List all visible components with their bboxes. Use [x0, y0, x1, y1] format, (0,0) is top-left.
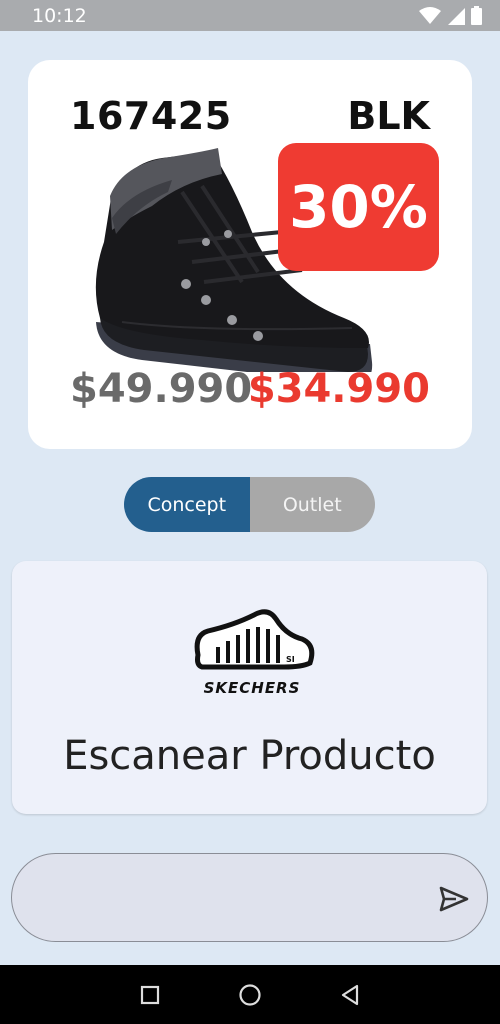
back-button[interactable]: [335, 980, 365, 1010]
home-circle-icon: [239, 983, 261, 1006]
store-toggle: Concept Outlet: [124, 477, 375, 532]
product-sku: 167425: [70, 94, 232, 138]
recents-button[interactable]: [135, 980, 165, 1010]
original-price: $49.990: [70, 366, 253, 412]
product-color-code: BLK: [347, 94, 430, 138]
scan-title: Escanear Producto: [63, 733, 436, 779]
sale-price: $34.990: [247, 366, 430, 412]
status-icons: [419, 6, 482, 25]
scan-product-card[interactable]: SI SKECHERS Escanear Producto: [12, 561, 487, 814]
skechers-logo: SI SKECHERS: [194, 609, 315, 697]
product-card: 167425 BLK 30% $49.990 $34.990: [28, 60, 472, 449]
message-input-bar: [11, 853, 488, 942]
discount-badge: 30%: [278, 143, 439, 271]
status-bar: 10:12: [0, 0, 500, 31]
brand-wordmark: SKECHERS: [204, 679, 301, 697]
outlet-tab[interactable]: Outlet: [249, 477, 375, 532]
concept-tab[interactable]: Concept: [124, 477, 250, 532]
svg-text:SI: SI: [286, 655, 295, 664]
battery-icon: [471, 6, 482, 25]
back-triangle-icon: [341, 984, 359, 1005]
recents-square-icon: [140, 985, 160, 1004]
home-button[interactable]: [235, 980, 265, 1010]
send-button[interactable]: [436, 881, 472, 917]
signal-icon: [448, 7, 465, 25]
wifi-icon: [419, 6, 441, 24]
message-input[interactable]: [42, 874, 422, 922]
system-nav-bar: [0, 965, 500, 1024]
status-time: 10:12: [32, 4, 87, 27]
send-icon: [439, 886, 469, 912]
